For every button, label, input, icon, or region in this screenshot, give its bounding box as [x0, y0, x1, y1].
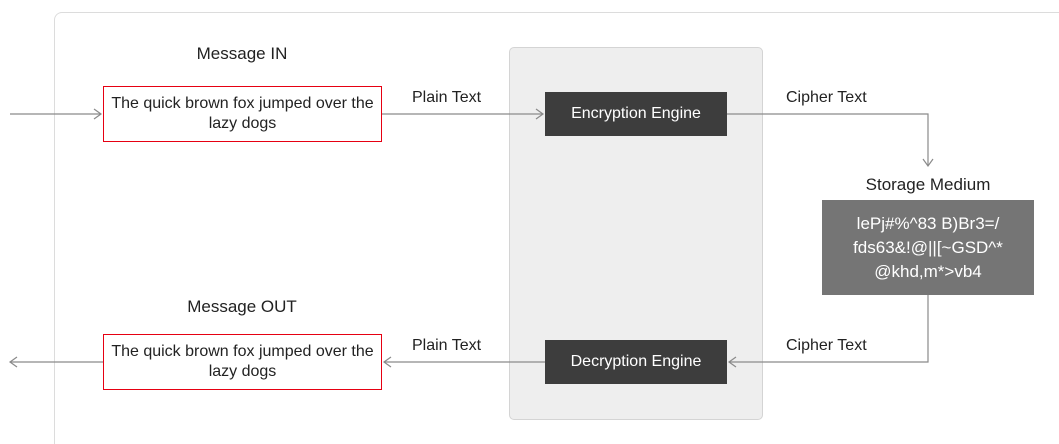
- message-out-box: The quick brown fox jumped over the lazy…: [103, 334, 382, 390]
- plain-text-out-label: Plain Text: [412, 337, 482, 354]
- storage-medium-content: lePj#%^83 B)Br3=/ fds63&!@||[~GSD^* @khd…: [853, 213, 1003, 281]
- message-out-title: Message OUT: [187, 297, 297, 316]
- cipher-text-in-label: Cipher Text: [786, 337, 867, 354]
- cipher-text-out-label: Cipher Text: [786, 89, 867, 106]
- decryption-engine-box: Decryption Engine: [545, 340, 727, 384]
- storage-medium-title: Storage Medium: [865, 175, 991, 194]
- encryption-flow-diagram: Message IN The quick brown fox jumped ov…: [0, 0, 1059, 444]
- cipher-text-out-arrow: [727, 113, 929, 166]
- storage-medium-box: lePj#%^83 B)Br3=/ fds63&!@||[~GSD^* @khd…: [822, 200, 1034, 295]
- encryption-engine-box: Encryption Engine: [545, 92, 727, 136]
- plain-text-in-label: Plain Text: [412, 89, 482, 106]
- message-in-text: The quick brown fox jumped over the lazy…: [111, 95, 374, 132]
- message-in-box: The quick brown fox jumped over the lazy…: [103, 86, 382, 142]
- message-in-title: Message IN: [196, 44, 288, 63]
- encryption-engine-label: Encryption Engine: [571, 105, 701, 122]
- message-out-text: The quick brown fox jumped over the lazy…: [111, 343, 374, 380]
- decryption-engine-label: Decryption Engine: [570, 353, 702, 370]
